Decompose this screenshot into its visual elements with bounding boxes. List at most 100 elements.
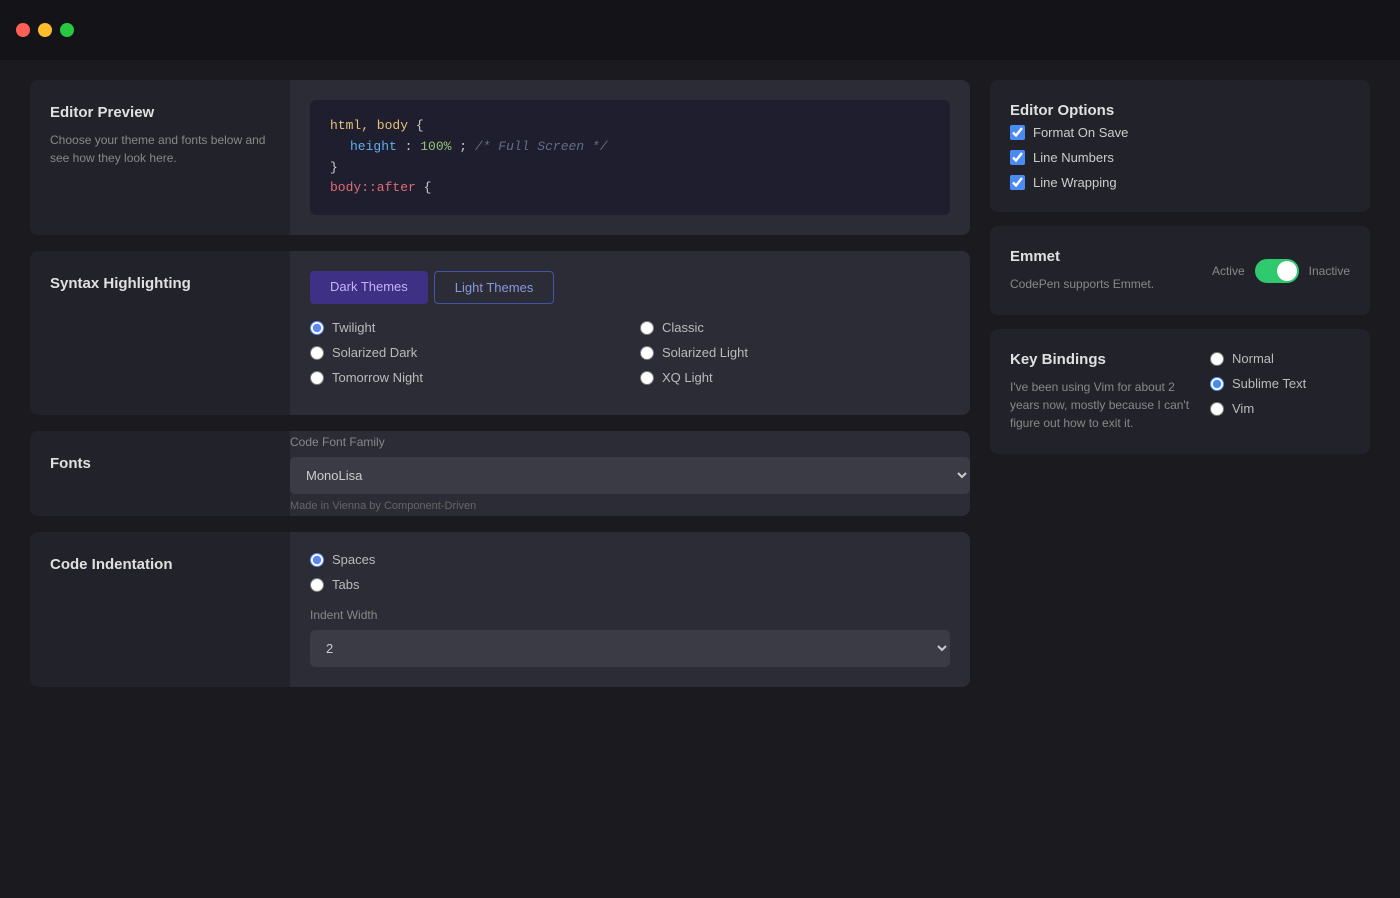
key-binding-vim[interactable]: Vim (1210, 401, 1350, 416)
checkbox-group: Format On Save Line Numbers Line Wrappin… (1010, 125, 1350, 190)
syntax-highlighting-card: Syntax Highlighting Dark Themes Light Th… (30, 251, 970, 415)
editor-preview-label: Editor Preview Choose your theme and fon… (30, 80, 290, 235)
main-content: Editor Preview Choose your theme and fon… (0, 60, 1400, 723)
key-bindings-description: I've been using Vim for about 2 years no… (1010, 378, 1190, 432)
editor-options-title: Editor Options (1010, 102, 1350, 119)
editor-preview-content: html, body { height : 100% ; /* Full Scr… (290, 80, 970, 235)
left-column: Editor Preview Choose your theme and fon… (30, 80, 970, 703)
checkbox-format-on-save-input[interactable] (1010, 125, 1025, 140)
key-binding-normal-radio[interactable] (1210, 352, 1224, 366)
indent-spaces-label: Spaces (332, 552, 375, 567)
key-bindings-card: Key Bindings I've been using Vim for abo… (990, 329, 1370, 454)
fonts-card: Fonts Code Font Family MonoLisa Fira Cod… (30, 431, 970, 516)
code-property: height (350, 139, 397, 154)
light-theme-classic[interactable]: Classic (640, 320, 950, 335)
key-binding-normal-label: Normal (1232, 351, 1274, 366)
code-line-2: height : 100% ; /* Full Screen */ (330, 137, 930, 158)
checkbox-line-numbers[interactable]: Line Numbers (1010, 150, 1350, 165)
light-theme-xq-light-label: XQ Light (662, 370, 713, 385)
light-theme-solarized-light-radio[interactable] (640, 346, 654, 360)
light-theme-classic-label: Classic (662, 320, 704, 335)
emmet-left: Emmet CodePen supports Emmet. (1010, 248, 1192, 293)
dark-theme-twilight-radio[interactable] (310, 321, 324, 335)
key-binding-sublime-label: Sublime Text (1232, 376, 1306, 391)
indent-tabs-label: Tabs (332, 577, 359, 592)
titlebar (0, 0, 1400, 60)
code-indentation-title: Code Indentation (50, 556, 270, 573)
font-family-select[interactable]: MonoLisa Fira Code JetBrains Mono Source… (290, 457, 970, 494)
key-bindings-title: Key Bindings (1010, 351, 1190, 368)
syntax-highlighting-content: Dark Themes Light Themes Twilight Solari… (290, 251, 970, 415)
key-bindings-radio-group: Normal Sublime Text Vim (1210, 351, 1350, 416)
emmet-toggle-group: Active Inactive (1212, 259, 1350, 283)
code-block: html, body { height : 100% ; /* Full Scr… (310, 100, 950, 215)
code-comment: /* Full Screen */ (475, 139, 608, 154)
dark-themes-tab[interactable]: Dark Themes (310, 271, 428, 304)
indent-width-select[interactable]: 2 4 8 (310, 630, 950, 667)
dark-theme-tomorrow-night-radio[interactable] (310, 371, 324, 385)
emmet-title: Emmet (1010, 248, 1192, 265)
emmet-toggle[interactable] (1255, 259, 1299, 283)
light-themes-tab[interactable]: Light Themes (434, 271, 555, 304)
dark-themes-col: Twilight Solarized Dark Tomorrow Night (310, 320, 620, 395)
code-selector: html, body (330, 118, 408, 133)
maximize-button[interactable] (60, 23, 74, 37)
emmet-active-label: Active (1212, 264, 1245, 278)
traffic-lights (16, 23, 74, 37)
code-indentation-content: Spaces Tabs Indent Width 2 4 8 (290, 532, 970, 687)
key-bindings-left: Key Bindings I've been using Vim for abo… (1010, 351, 1190, 432)
theme-tabs: Dark Themes Light Themes (310, 271, 950, 304)
syntax-highlighting-label: Syntax Highlighting (30, 251, 290, 415)
dark-theme-solarized-dark-label: Solarized Dark (332, 345, 417, 360)
editor-preview-card: Editor Preview Choose your theme and fon… (30, 80, 970, 235)
code-colon: : (405, 139, 421, 154)
code-value: 100% (420, 139, 451, 154)
key-binding-vim-label: Vim (1232, 401, 1254, 416)
indent-width-label: Indent Width (310, 608, 950, 622)
key-binding-normal[interactable]: Normal (1210, 351, 1350, 366)
indent-spaces-radio[interactable] (310, 553, 324, 567)
checkbox-line-wrapping-input[interactable] (1010, 175, 1025, 190)
key-binding-vim-radio[interactable] (1210, 402, 1224, 416)
code-brace2: { (424, 180, 432, 195)
dark-theme-tomorrow-night[interactable]: Tomorrow Night (310, 370, 620, 385)
code-line-1: html, body { (330, 116, 930, 137)
dark-theme-twilight[interactable]: Twilight (310, 320, 620, 335)
light-theme-solarized-light[interactable]: Solarized Light (640, 345, 950, 360)
light-themes-col: Classic Solarized Light XQ Light (640, 320, 950, 395)
emmet-inactive-label: Inactive (1309, 264, 1350, 278)
checkbox-format-on-save[interactable]: Format On Save (1010, 125, 1350, 140)
minimize-button[interactable] (38, 23, 52, 37)
light-theme-solarized-light-label: Solarized Light (662, 345, 748, 360)
checkbox-format-on-save-label: Format On Save (1033, 125, 1128, 140)
indent-spaces[interactable]: Spaces (310, 552, 950, 567)
checkbox-line-numbers-input[interactable] (1010, 150, 1025, 165)
dark-theme-solarized-dark-radio[interactable] (310, 346, 324, 360)
code-brace: { (416, 118, 424, 133)
font-byline: Made in Vienna by Component-Driven (290, 500, 970, 512)
emmet-description: CodePen supports Emmet. (1010, 275, 1192, 293)
key-binding-sublime-radio[interactable] (1210, 377, 1224, 391)
checkbox-line-wrapping[interactable]: Line Wrapping (1010, 175, 1350, 190)
indent-tabs[interactable]: Tabs (310, 577, 950, 592)
code-indentation-card: Code Indentation Spaces Tabs Indent Widt… (30, 532, 970, 687)
editor-preview-description: Choose your theme and fonts below and se… (50, 131, 270, 167)
light-theme-xq-light[interactable]: XQ Light (640, 370, 950, 385)
checkbox-line-numbers-label: Line Numbers (1033, 150, 1114, 165)
indent-tabs-radio[interactable] (310, 578, 324, 592)
indent-type-radios: Spaces Tabs (310, 552, 950, 592)
checkbox-line-wrapping-label: Line Wrapping (1033, 175, 1117, 190)
light-theme-xq-light-radio[interactable] (640, 371, 654, 385)
right-column: Editor Options Format On Save Line Numbe… (990, 80, 1370, 703)
dark-theme-tomorrow-night-label: Tomorrow Night (332, 370, 423, 385)
fonts-label: Fonts (30, 431, 290, 516)
syntax-highlighting-title: Syntax Highlighting (50, 275, 270, 292)
dark-theme-solarized-dark[interactable]: Solarized Dark (310, 345, 620, 360)
code-font-family-label: Code Font Family (290, 435, 970, 449)
fonts-title: Fonts (50, 455, 270, 472)
light-theme-classic-radio[interactable] (640, 321, 654, 335)
emmet-card: Emmet CodePen supports Emmet. Active Ina… (990, 226, 1370, 315)
close-button[interactable] (16, 23, 30, 37)
key-binding-sublime[interactable]: Sublime Text (1210, 376, 1350, 391)
code-line-3: } (330, 158, 930, 179)
